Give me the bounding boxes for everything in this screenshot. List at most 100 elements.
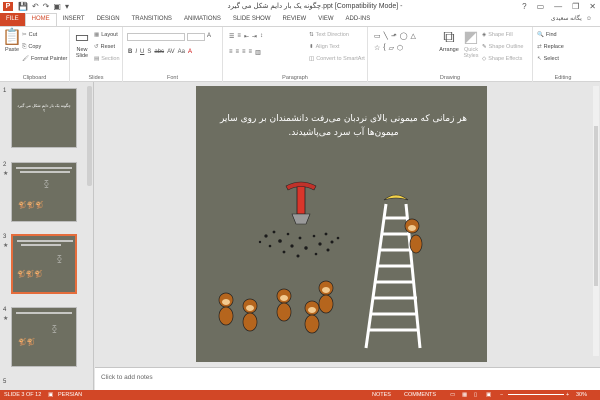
shapes-gallery-row2[interactable]: ☆ { ▱ ⬡ xyxy=(374,44,403,52)
normal-view-icon[interactable]: ▭ xyxy=(450,390,455,400)
underline-icon[interactable]: U xyxy=(140,49,144,55)
editor-scrollbar-thumb[interactable] xyxy=(594,126,598,286)
shape-hexagon-icon[interactable]: ⬡ xyxy=(397,44,403,52)
help-button[interactable]: ? xyxy=(522,0,526,13)
tab-slide-show[interactable]: SLIDE SHOW xyxy=(227,13,277,26)
zoom-level[interactable]: 30% xyxy=(576,390,587,400)
text-direction-button[interactable]: ⇅ Text Direction xyxy=(309,32,349,38)
format-painter-button[interactable]: 🖌 Format Painter xyxy=(22,56,67,62)
tab-review[interactable]: REVIEW xyxy=(277,13,313,26)
start-slideshow-icon[interactable]: ▣ xyxy=(53,1,61,12)
shape-brace-icon[interactable]: { xyxy=(383,44,385,52)
tab-view[interactable]: VIEW xyxy=(312,13,339,26)
font-color-icon[interactable]: A xyxy=(188,49,192,55)
shape-arrow-icon[interactable]: ⬏ xyxy=(391,32,397,40)
quick-styles-button[interactable]: ◩ Quick Styles xyxy=(462,29,480,59)
user-account[interactable]: یگانه سعیدی ☺ xyxy=(551,13,592,26)
notes-toggle-button[interactable]: NOTES xyxy=(372,390,391,400)
convert-smartart-button[interactable]: ◫ Convert to SmartArt xyxy=(309,56,365,62)
bullets-icon[interactable]: ☰ xyxy=(229,33,234,40)
strikethrough-icon[interactable]: abc xyxy=(154,49,164,55)
reset-button[interactable]: ↺ Reset xyxy=(94,44,115,50)
slide-sorter-icon[interactable]: ▦ xyxy=(462,390,467,400)
zoom-in-icon[interactable]: + xyxy=(566,390,569,400)
shapes-gallery[interactable]: ▭ ╲ ⬏ ◯ △ xyxy=(374,32,416,40)
align-right-icon[interactable]: ≡ xyxy=(242,49,246,56)
tab-insert[interactable]: INSERT xyxy=(57,13,91,26)
char-spacing-icon[interactable]: AV xyxy=(167,49,175,55)
shape-rectangle-icon[interactable]: ▭ xyxy=(374,32,381,40)
slide-thumbnail-2[interactable]: 🐒🐒🐒 ⧰ xyxy=(11,162,77,222)
minimize-button[interactable]: — xyxy=(554,0,562,13)
slideshow-view-icon[interactable]: ▣ xyxy=(486,390,491,400)
restore-button[interactable]: ❐ xyxy=(572,0,579,13)
line-spacing-icon[interactable]: ↕ xyxy=(260,33,263,40)
align-center-icon[interactable]: ≡ xyxy=(236,49,240,56)
slide-thumbnail-3[interactable]: 🐒🐒🐒 ⧰ xyxy=(11,234,77,294)
redo-icon[interactable]: ↷ xyxy=(43,1,50,12)
font-group: A B I U S abc AV Aa A Font xyxy=(123,27,223,82)
font-group-label: Font xyxy=(166,75,178,81)
reading-view-icon[interactable]: ▯ xyxy=(474,390,477,400)
zoom-out-icon[interactable]: − xyxy=(500,390,503,400)
section-button[interactable]: ▤ Section xyxy=(94,56,120,62)
shape-outline-label: Shape Outline xyxy=(488,44,524,50)
new-slide-button[interactable]: ▭ New Slide xyxy=(72,29,92,59)
close-button[interactable]: ✕ xyxy=(589,0,596,13)
increase-indent-icon[interactable]: ⇥ xyxy=(252,33,257,40)
proofing-icon[interactable]: ▣ xyxy=(48,390,53,400)
shape-triangle-icon[interactable]: △ xyxy=(411,32,416,40)
editor-scrollbar[interactable] xyxy=(593,86,599,356)
grow-font-icon[interactable]: A xyxy=(207,33,211,39)
arrange-button[interactable]: ⧉ Arrange xyxy=(438,29,460,53)
cut-button[interactable]: ✂ Cut xyxy=(22,32,37,38)
numbering-icon[interactable]: ≡ xyxy=(237,33,241,40)
ribbon-display-options-button[interactable]: ▭ xyxy=(537,0,545,13)
shape-fill-button[interactable]: ◈ Shape Fill xyxy=(482,32,513,38)
shape-star-icon[interactable]: ☆ xyxy=(374,44,380,52)
align-text-button[interactable]: ⬍ Align Text xyxy=(309,44,339,50)
new-slide-icon: ▭ xyxy=(74,29,90,46)
tab-transitions[interactable]: TRANSITIONS xyxy=(126,13,178,26)
thumbnail-scrollbar[interactable] xyxy=(87,86,92,186)
tab-design[interactable]: DESIGN xyxy=(91,13,126,26)
replace-button[interactable]: ⇄ Replace xyxy=(537,44,564,50)
tab-add-ins[interactable]: ADD-INS xyxy=(340,13,377,26)
shape-effects-button[interactable]: ◇ Shape Effects xyxy=(482,56,522,62)
shape-callout-icon[interactable]: ▱ xyxy=(389,44,394,52)
current-slide[interactable]: هر زمانی که میمونی بالای نردبان می‌رفت د… xyxy=(196,86,487,362)
font-size-select[interactable] xyxy=(187,33,205,41)
slide-thumbnail-1[interactable]: چگونه یک بار دایم شکل می گیرد ؟ xyxy=(11,88,77,148)
layout-button[interactable]: ▦ Layout xyxy=(94,32,118,38)
text-direction-icon: ⇅ xyxy=(309,32,314,38)
columns-icon[interactable]: ▥ xyxy=(255,49,261,56)
change-case-icon[interactable]: Aa xyxy=(178,49,185,55)
thumbnail-title: چگونه یک بار دایم شکل می گیرد ؟ xyxy=(17,103,71,113)
find-button[interactable]: 🔍 Find xyxy=(537,32,557,38)
save-icon[interactable]: 💾 xyxy=(18,1,28,12)
copy-button[interactable]: ⎘ Copy xyxy=(22,44,41,51)
tab-file[interactable]: FILE xyxy=(0,13,25,26)
italic-icon[interactable]: I xyxy=(135,49,137,55)
bold-icon[interactable]: B xyxy=(128,49,132,55)
select-button[interactable]: ↖ Select xyxy=(537,56,559,62)
justify-icon[interactable]: ≡ xyxy=(249,49,253,56)
language-indicator[interactable]: PERSIAN xyxy=(58,390,82,400)
comments-toggle-button[interactable]: COMMENTS xyxy=(404,390,436,400)
decrease-indent-icon[interactable]: ⇤ xyxy=(244,33,249,40)
shadow-icon[interactable]: S xyxy=(147,49,151,55)
shape-oval-icon[interactable]: ◯ xyxy=(400,32,408,40)
zoom-slider[interactable] xyxy=(508,394,564,395)
font-name-select[interactable] xyxy=(127,33,185,41)
undo-icon[interactable]: ↶ xyxy=(32,1,39,12)
customize-qat-icon[interactable]: ▾ xyxy=(65,1,69,12)
align-left-icon[interactable]: ≡ xyxy=(229,49,233,56)
notes-placeholder: Click to add notes xyxy=(101,374,153,381)
tab-animations[interactable]: ANIMATIONS xyxy=(178,13,227,26)
shape-outline-button[interactable]: ✎ Shape Outline xyxy=(482,44,523,50)
slide-thumbnail-4[interactable]: 🐒🐒 ⧰ xyxy=(11,307,77,367)
notes-pane[interactable]: Click to add notes xyxy=(95,367,600,390)
shape-line-icon[interactable]: ╲ xyxy=(384,32,388,40)
tab-home[interactable]: HOME xyxy=(24,13,57,26)
paste-button[interactable]: 📋 Paste xyxy=(2,29,22,53)
